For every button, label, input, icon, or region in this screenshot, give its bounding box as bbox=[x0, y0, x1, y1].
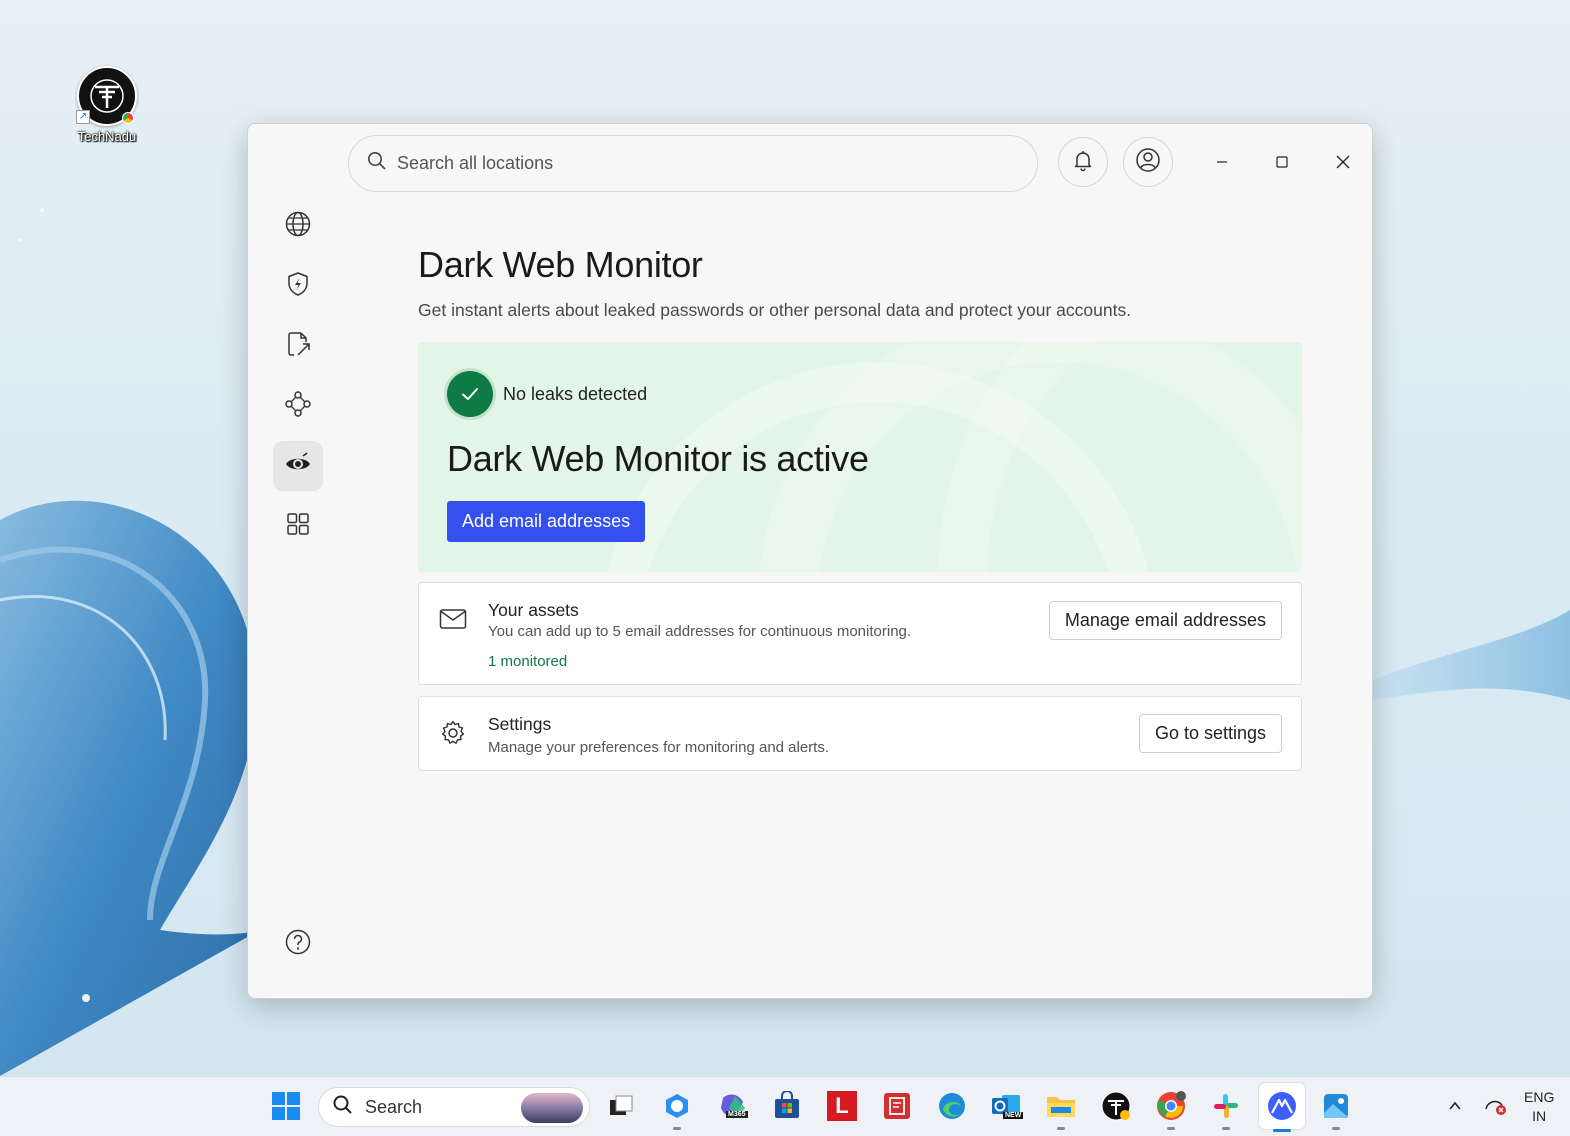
search-input[interactable] bbox=[397, 153, 997, 174]
assets-title: Your assets bbox=[488, 600, 579, 620]
user-icon bbox=[1135, 147, 1161, 178]
chevron-up-icon bbox=[1449, 1101, 1461, 1110]
start-button[interactable] bbox=[269, 1089, 303, 1123]
network-status-button[interactable] bbox=[1478, 1089, 1512, 1123]
sidebar-item-meshnet[interactable] bbox=[273, 381, 323, 431]
active-app-indicator bbox=[1273, 1129, 1291, 1132]
outlook-new-badge: NEW bbox=[1003, 1112, 1024, 1119]
monitored-count: 1 monitored bbox=[488, 653, 568, 670]
taskbar-app-copilot[interactable] bbox=[660, 1089, 694, 1130]
technadu-taskbar-icon bbox=[1101, 1091, 1131, 1121]
slack-icon bbox=[1214, 1094, 1238, 1118]
sidebar-item-dark-web-monitor[interactable] bbox=[273, 441, 323, 491]
status-heading: Dark Web Monitor is active bbox=[447, 438, 869, 479]
desktop-shortcut-label: TechNadu bbox=[77, 129, 137, 144]
running-indicator bbox=[1332, 1127, 1340, 1130]
settings-card: Settings Manage your preferences for mon… bbox=[418, 696, 1302, 771]
bell-icon bbox=[1071, 148, 1095, 177]
add-email-addresses-button[interactable]: Add email addresses bbox=[447, 501, 646, 542]
task-view-icon bbox=[610, 1095, 633, 1115]
taskbar-app-store[interactable] bbox=[770, 1089, 804, 1123]
file-share-icon bbox=[284, 330, 312, 363]
minimize-button[interactable] bbox=[1202, 144, 1242, 184]
store-icon bbox=[775, 1091, 799, 1118]
folder-icon bbox=[1047, 1097, 1075, 1117]
windows-logo-icon bbox=[272, 1092, 300, 1120]
chrome-badge-icon bbox=[122, 112, 134, 124]
envelope-icon bbox=[439, 608, 467, 635]
minimize-icon bbox=[1215, 155, 1229, 174]
taskbar-app-photos[interactable] bbox=[1319, 1089, 1353, 1130]
taskbar-search[interactable]: Search bbox=[318, 1087, 590, 1127]
sidebar-item-more-apps[interactable] bbox=[273, 501, 323, 551]
running-indicator bbox=[1167, 1127, 1175, 1130]
copilot-icon bbox=[666, 1094, 688, 1118]
running-indicator bbox=[1057, 1127, 1065, 1130]
taskbar-app-m365[interactable]: M365 bbox=[716, 1089, 750, 1123]
show-hidden-icons-button[interactable] bbox=[1438, 1089, 1472, 1123]
page-title: Dark Web Monitor bbox=[418, 244, 703, 285]
settings-title: Settings bbox=[488, 714, 552, 734]
taskbar-app-l[interactable]: L bbox=[825, 1089, 859, 1123]
status-text: No leaks detected bbox=[503, 384, 648, 404]
account-button[interactable] bbox=[1123, 137, 1173, 187]
eye-icon bbox=[284, 450, 312, 483]
search-highlight-image bbox=[521, 1093, 583, 1123]
close-icon bbox=[1335, 154, 1351, 175]
photos-icon bbox=[1324, 1094, 1348, 1118]
chrome-icon bbox=[1157, 1091, 1186, 1120]
app-window: Dark Web Monitor Get instant alerts abou… bbox=[247, 123, 1373, 999]
manage-email-addresses-button[interactable]: Manage email addresses bbox=[1048, 601, 1282, 640]
gear-icon bbox=[439, 719, 467, 752]
assets-card: Your assets You can add up to 5 email ad… bbox=[418, 582, 1302, 685]
shortcut-arrow-icon: ↗ bbox=[76, 110, 90, 124]
network-disconnected-icon bbox=[1485, 1100, 1506, 1115]
pdf-icon bbox=[884, 1093, 910, 1119]
taskbar: Search M365 L NEW ENG IN bbox=[0, 1076, 1570, 1136]
taskbar-app-pdf[interactable] bbox=[880, 1089, 914, 1123]
running-indicator bbox=[1222, 1127, 1230, 1130]
taskbar-app-technadu[interactable] bbox=[1099, 1089, 1133, 1123]
language-indicator[interactable]: ENG IN bbox=[1524, 1088, 1554, 1126]
page-subtitle: Get instant alerts about leaked password… bbox=[418, 300, 1132, 320]
taskbar-app-slack[interactable] bbox=[1209, 1089, 1243, 1130]
maximize-button[interactable] bbox=[1262, 144, 1302, 184]
help-button[interactable] bbox=[273, 919, 323, 969]
success-check-icon bbox=[447, 371, 493, 417]
region-code: IN bbox=[1532, 1108, 1547, 1124]
settings-description: Manage your preferences for monitoring a… bbox=[488, 739, 830, 756]
taskbar-app-edge[interactable] bbox=[935, 1089, 969, 1123]
sidebar-item-vpn[interactable] bbox=[273, 201, 323, 251]
search-bar[interactable] bbox=[348, 135, 1038, 192]
taskbar-app-nordvpn[interactable] bbox=[1259, 1083, 1305, 1132]
task-view-button[interactable] bbox=[604, 1089, 638, 1123]
language-code: ENG bbox=[1524, 1089, 1555, 1105]
maximize-icon bbox=[1275, 155, 1289, 174]
sidebar-item-threat-protection[interactable] bbox=[273, 261, 323, 311]
mesh-network-icon bbox=[284, 390, 312, 423]
taskbar-app-outlook[interactable]: NEW bbox=[989, 1089, 1024, 1123]
globe-icon bbox=[284, 210, 312, 243]
running-indicator bbox=[673, 1127, 681, 1130]
taskbar-app-file-explorer[interactable] bbox=[1044, 1089, 1078, 1130]
assets-description: You can add up to 5 email addresses for … bbox=[488, 623, 912, 640]
l-app-icon: L bbox=[827, 1091, 857, 1121]
go-to-settings-button[interactable]: Go to settings bbox=[1138, 714, 1282, 753]
taskbar-search-label: Search bbox=[365, 1096, 423, 1117]
notifications-button[interactable] bbox=[1058, 137, 1108, 187]
shield-bolt-icon bbox=[284, 270, 312, 303]
edge-icon bbox=[939, 1093, 965, 1119]
search-icon bbox=[367, 151, 387, 176]
sidebar-item-file-sharing[interactable] bbox=[273, 321, 323, 371]
status-card: No leaks detected Dark Web Monitor is ac… bbox=[418, 342, 1302, 572]
nordvpn-icon bbox=[1268, 1092, 1296, 1120]
close-button[interactable] bbox=[1323, 144, 1363, 184]
desktop-shortcut-technadu[interactable]: ↗ TechNadu bbox=[66, 66, 148, 144]
taskbar-app-chrome[interactable] bbox=[1154, 1089, 1188, 1130]
m365-badge: M365 bbox=[726, 1111, 748, 1118]
question-circle-icon bbox=[284, 928, 312, 961]
apps-grid-icon bbox=[284, 510, 312, 543]
search-icon bbox=[333, 1095, 353, 1120]
